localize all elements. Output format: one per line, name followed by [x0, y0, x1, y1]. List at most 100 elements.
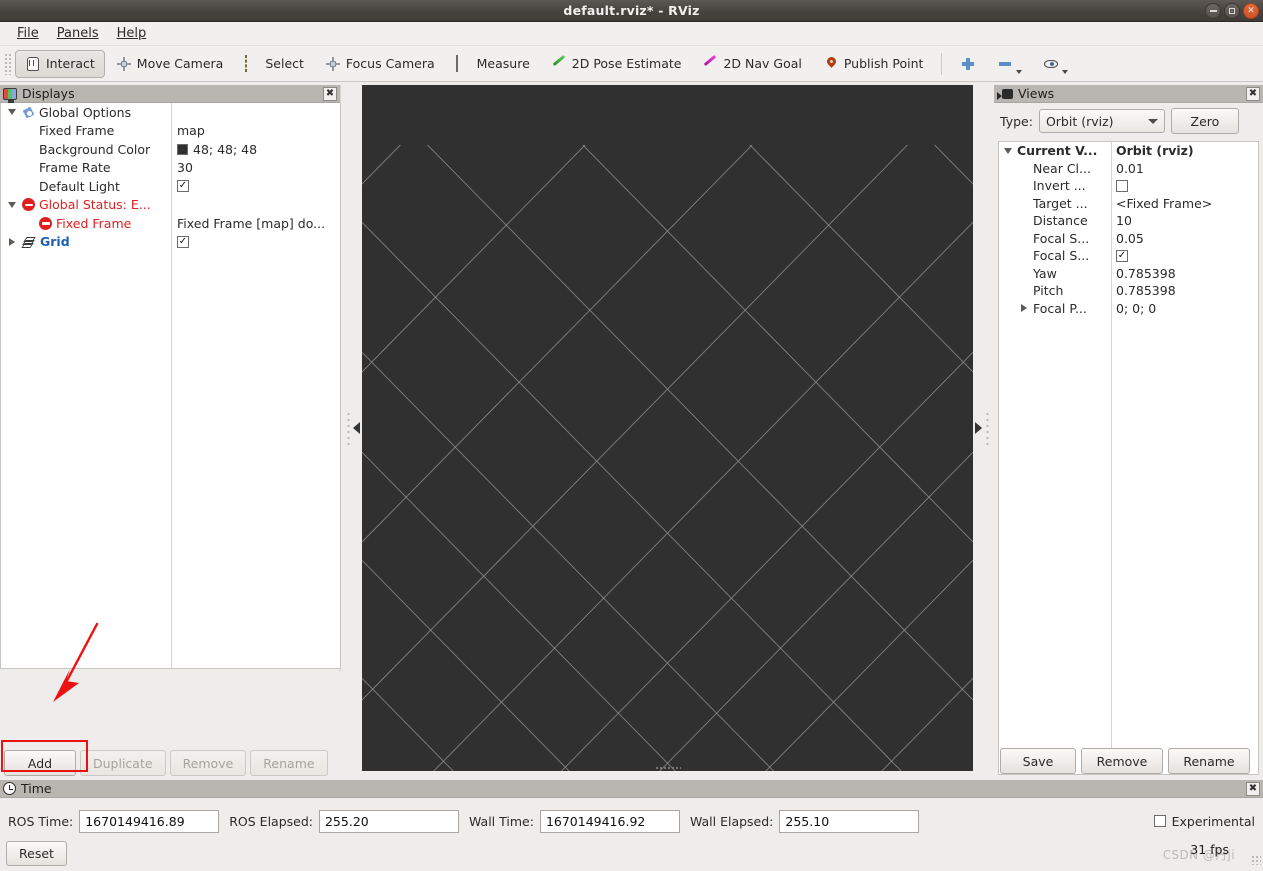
tool-select[interactable]: Select: [234, 50, 314, 78]
checkbox-invert-z-axis[interactable]: [1116, 179, 1128, 192]
3d-render-view[interactable]: [362, 85, 973, 771]
remove-view-button[interactable]: Remove: [1081, 748, 1163, 774]
collapse-right-panel-icon[interactable]: [975, 422, 982, 434]
display-row-value[interactable]: 48; 48; 48: [193, 142, 257, 157]
rename-view-button[interactable]: Rename: [1168, 748, 1250, 774]
hand-cursor-icon: [25, 56, 41, 72]
color-swatch[interactable]: [177, 143, 188, 155]
view-row-name: Focal S...: [1033, 248, 1090, 264]
display-row-value[interactable]: map: [177, 123, 205, 138]
table-row[interactable]: Yaw 0.785398: [999, 265, 1258, 283]
add-button[interactable]: Add: [4, 750, 76, 776]
view-row-name: Invert ...: [1033, 178, 1086, 194]
view-row-name: Pitch: [1033, 283, 1064, 299]
tool-move-camera[interactable]: Move Camera: [106, 50, 234, 78]
ruler-icon: [455, 54, 472, 72]
menu-help[interactable]: Help: [108, 24, 156, 43]
table-row[interactable]: Current V... Orbit (rviz): [999, 142, 1258, 160]
expand-toggle-icon[interactable]: [1017, 304, 1030, 313]
view-row-name: Distance: [1033, 213, 1088, 229]
tool-focus-camera[interactable]: Focus Camera: [315, 50, 445, 78]
plus-icon: [960, 56, 976, 72]
displays-tree[interactable]: Global Options Fixed Frame map Backgroun…: [0, 103, 341, 669]
left-splitter[interactable]: [341, 85, 362, 771]
time-panel-close-icon[interactable]: ✖: [1246, 781, 1260, 796]
tool-interact-label: Interact: [46, 56, 95, 71]
view-row-value[interactable]: 10: [1116, 213, 1132, 228]
expand-toggle-icon[interactable]: [5, 201, 18, 208]
views-tree[interactable]: Current V... Orbit (rviz) Near Cl... 0.0…: [998, 141, 1259, 775]
experimental-checkbox-group[interactable]: Experimental: [1153, 814, 1255, 829]
toolbar-drag-handle[interactable]: [4, 52, 12, 75]
remove-button: Remove: [169, 750, 247, 776]
window-resize-grip[interactable]: [1251, 855, 1261, 865]
tool-2d-pose-estimate[interactable]: 2D Pose Estimate: [541, 50, 692, 78]
view-row-name: Target ...: [1033, 195, 1088, 211]
collapse-left-panel-icon[interactable]: [353, 422, 360, 434]
table-row[interactable]: Pitch 0.785398: [999, 282, 1258, 300]
view-type-dropdown[interactable]: Orbit (rviz): [1038, 109, 1165, 133]
tool-2d-nav-goal[interactable]: 2D Nav Goal: [692, 50, 811, 78]
time-panel: Time ✖ ROS Time: 1670149416.89 ROS Elaps…: [0, 780, 1263, 871]
display-row-value[interactable]: 30: [177, 160, 193, 175]
display-row-name: Fixed Frame: [56, 215, 132, 231]
menu-panels-label: Panels: [56, 26, 99, 41]
viewport-resize-grip[interactable]: [654, 766, 681, 770]
table-row[interactable]: Near Cl... 0.01: [999, 160, 1258, 178]
menu-panels[interactable]: Panels: [48, 24, 108, 43]
zero-button[interactable]: Zero: [1170, 108, 1239, 134]
expand-toggle-icon[interactable]: [5, 109, 18, 116]
ros-elapsed-field-group: ROS Elapsed: 255.20: [229, 809, 459, 833]
ros-elapsed-input[interactable]: 255.20: [318, 809, 459, 833]
ros-time-input[interactable]: 1670149416.89: [79, 809, 220, 833]
chevron-down-icon: [1016, 69, 1023, 74]
checkbox-focal-shape-fixed-size[interactable]: ✓: [1116, 249, 1128, 262]
views-panel-title: Views: [1018, 86, 1055, 101]
checkbox-grid[interactable]: ✓: [177, 235, 189, 248]
expand-toggle-icon[interactable]: [1001, 147, 1014, 154]
view-row-value[interactable]: <Fixed Frame>: [1116, 196, 1212, 211]
main-toolbar: Interact Move Camera Select Focus Camera…: [0, 46, 1263, 82]
table-row[interactable]: Distance 10: [999, 212, 1258, 230]
rename-button: Rename: [250, 750, 328, 776]
view-row-value[interactable]: 0.05: [1116, 231, 1144, 246]
view-row-value[interactable]: 0.785398: [1116, 283, 1176, 298]
expand-toggle-icon[interactable]: [5, 237, 18, 246]
view-row-value[interactable]: 0; 0; 0: [1116, 301, 1156, 316]
minimize-button[interactable]: [1205, 3, 1221, 19]
displays-panel-close-icon[interactable]: ✖: [323, 86, 337, 101]
views-panel-title-bar: Views ✖: [994, 85, 1263, 103]
tool-add-tool-button[interactable]: [950, 50, 986, 78]
menu-file[interactable]: File: [8, 24, 48, 43]
table-row[interactable]: Focal S... 0.05: [999, 230, 1258, 248]
view-row-value[interactable]: 0.01: [1116, 161, 1144, 176]
view-row-value[interactable]: 0.785398: [1116, 266, 1176, 281]
view-row-name: Near Cl...: [1033, 160, 1091, 176]
minus-icon: [997, 56, 1013, 72]
checkbox-default-light[interactable]: ✓: [177, 180, 189, 193]
tool-interact[interactable]: Interact: [15, 49, 105, 78]
displays-panel-title: Displays: [22, 86, 75, 101]
views-panel-close-icon[interactable]: ✖: [1246, 86, 1260, 101]
duplicate-button: Duplicate: [80, 750, 166, 776]
displays-tree-column-divider: [171, 103, 172, 668]
tool-focus-camera-label: Focus Camera: [345, 56, 435, 71]
tool-publish-point[interactable]: Publish Point: [813, 50, 934, 78]
save-button[interactable]: Save: [1000, 748, 1076, 774]
wall-time-input[interactable]: 1670149416.92: [539, 809, 680, 833]
wall-elapsed-input[interactable]: 255.10: [779, 809, 920, 833]
close-button[interactable]: ✕: [1243, 3, 1259, 19]
right-splitter[interactable]: [973, 85, 994, 771]
grid-display: [362, 85, 973, 771]
tool-measure[interactable]: Measure: [446, 50, 540, 78]
table-row[interactable]: Focal S... ✓: [999, 247, 1258, 265]
table-row[interactable]: Invert ...: [999, 177, 1258, 195]
tool-remove-tool-button[interactable]: [987, 50, 1032, 78]
table-row[interactable]: Focal P... 0; 0; 0: [999, 300, 1258, 318]
reset-button[interactable]: Reset: [6, 840, 67, 866]
view-row-value: Orbit (rviz): [1116, 143, 1194, 159]
experimental-checkbox[interactable]: [1153, 815, 1166, 827]
tool-visibility-button[interactable]: [1033, 50, 1078, 78]
maximize-button[interactable]: [1224, 3, 1240, 19]
table-row[interactable]: Target ... <Fixed Frame>: [999, 195, 1258, 213]
